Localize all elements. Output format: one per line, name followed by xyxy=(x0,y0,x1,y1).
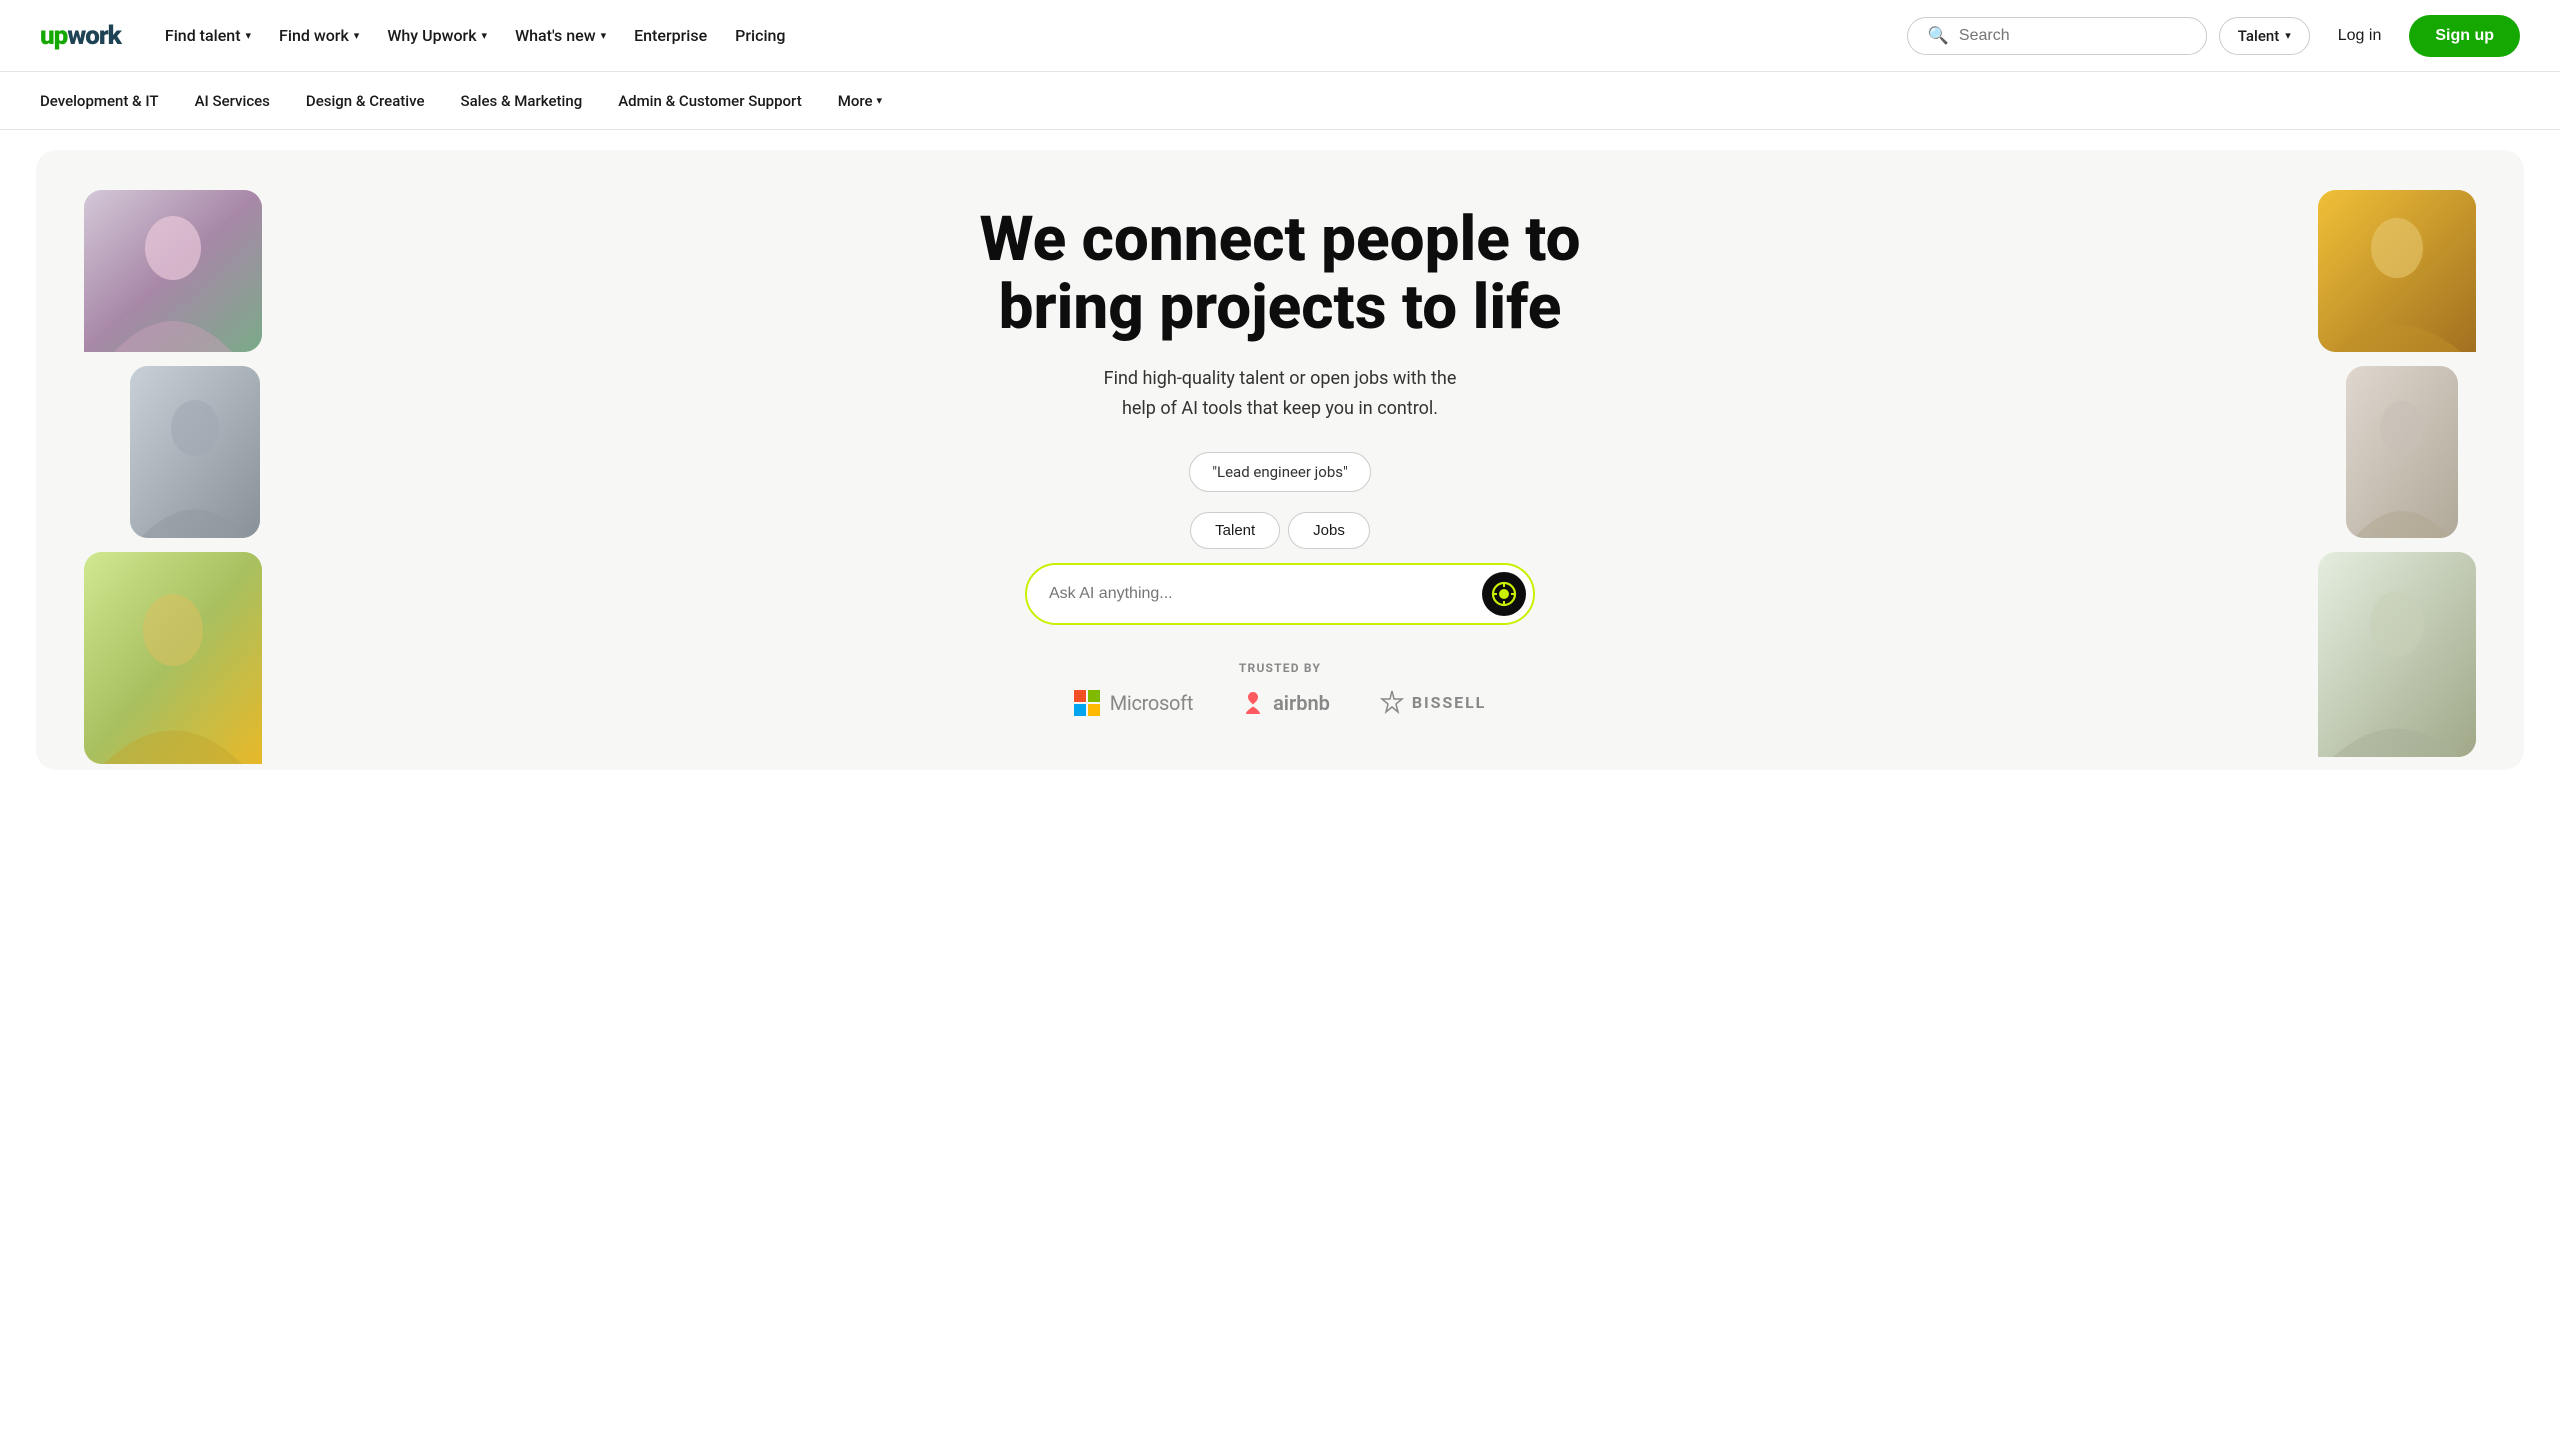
nav-pricing[interactable]: Pricing xyxy=(723,18,797,53)
chevron-down-icon: ▾ xyxy=(601,29,607,42)
search-bar[interactable]: 🔍 xyxy=(1907,17,2207,55)
tab-jobs[interactable]: Jobs xyxy=(1288,512,1370,549)
login-button[interactable]: Log in xyxy=(2322,18,2398,54)
suggestion-pill[interactable]: "Lead engineer jobs" xyxy=(1189,452,1371,492)
photo-card-2 xyxy=(130,366,260,538)
nav-enterprise[interactable]: Enterprise xyxy=(622,18,719,53)
nav-right: 🔍 Talent ▾ Log in Sign up xyxy=(1907,15,2520,57)
chevron-down-icon: ▾ xyxy=(246,29,252,42)
top-nav: upupworkwork Find talent ▾ Find work ▾ W… xyxy=(0,0,2560,72)
chevron-down-icon: ▾ xyxy=(877,94,883,107)
search-tabs: Talent Jobs xyxy=(940,512,1620,549)
ai-submit-button[interactable] xyxy=(1482,572,1526,616)
microsoft-text: Microsoft xyxy=(1110,691,1193,715)
tab-talent[interactable]: Talent xyxy=(1190,512,1280,549)
chevron-down-icon: ▾ xyxy=(482,29,488,42)
bissell-icon xyxy=(1378,689,1406,717)
bissell-text: BISSELL xyxy=(1412,693,1486,712)
second-nav-ai-services[interactable]: AI Services xyxy=(195,92,270,110)
ai-input-container xyxy=(1025,563,1535,625)
photo-card-r2 xyxy=(2346,366,2458,538)
photo-card-3 xyxy=(84,552,262,764)
photo-card-r3 xyxy=(2318,552,2476,757)
second-nav-more[interactable]: More ▾ xyxy=(838,92,882,110)
chevron-down-icon: ▾ xyxy=(2285,29,2291,42)
microsoft-icon xyxy=(1074,690,1100,716)
nav-find-work[interactable]: Find work ▾ xyxy=(267,18,371,53)
hero-title: We connect people to bring projects to l… xyxy=(940,206,1620,342)
second-nav-design[interactable]: Design & Creative xyxy=(306,92,425,110)
second-nav-sales[interactable]: Sales & Marketing xyxy=(460,92,582,110)
nav-links: Find talent ▾ Find work ▾ Why Upwork ▾ W… xyxy=(153,18,798,53)
photo-card-r1 xyxy=(2318,190,2476,352)
talent-dropdown[interactable]: Talent ▾ xyxy=(2219,17,2310,55)
ai-input[interactable] xyxy=(1049,585,1482,603)
second-nav: Development & IT AI Services Design & Cr… xyxy=(0,72,2560,130)
ai-icon xyxy=(1491,581,1517,607)
logo[interactable]: upupworkwork xyxy=(40,21,121,51)
trusted-logos: Microsoft airbnb BISSELL xyxy=(940,689,1620,717)
signup-button[interactable]: Sign up xyxy=(2409,15,2520,57)
trusted-by: TRUSTED BY Microsoft xyxy=(940,661,1620,717)
bissell-logo: BISSELL xyxy=(1378,689,1486,717)
search-input[interactable] xyxy=(1959,27,2186,45)
second-nav-admin[interactable]: Admin & Customer Support xyxy=(618,92,802,110)
hero-subtitle: Find high-quality talent or open jobs wi… xyxy=(940,364,1620,423)
right-photos xyxy=(2318,190,2476,757)
microsoft-logo: Microsoft xyxy=(1074,690,1193,716)
nav-whats-new[interactable]: What's new ▾ xyxy=(503,18,618,53)
second-nav-development[interactable]: Development & IT xyxy=(40,92,159,110)
airbnb-text: airbnb xyxy=(1273,691,1330,715)
left-photos xyxy=(84,190,262,764)
chevron-down-icon: ▾ xyxy=(354,29,360,42)
search-icon: 🔍 xyxy=(1928,26,1949,46)
hero-content: We connect people to bring projects to l… xyxy=(940,206,1620,717)
trusted-by-label: TRUSTED BY xyxy=(940,661,1620,675)
nav-find-talent[interactable]: Find talent ▾ xyxy=(153,18,263,53)
airbnb-logo: airbnb xyxy=(1241,690,1330,716)
hero-section: We connect people to bring projects to l… xyxy=(36,150,2524,770)
airbnb-icon xyxy=(1241,690,1265,716)
photo-card-1 xyxy=(84,190,262,352)
nav-why-upwork[interactable]: Why Upwork ▾ xyxy=(375,18,499,53)
